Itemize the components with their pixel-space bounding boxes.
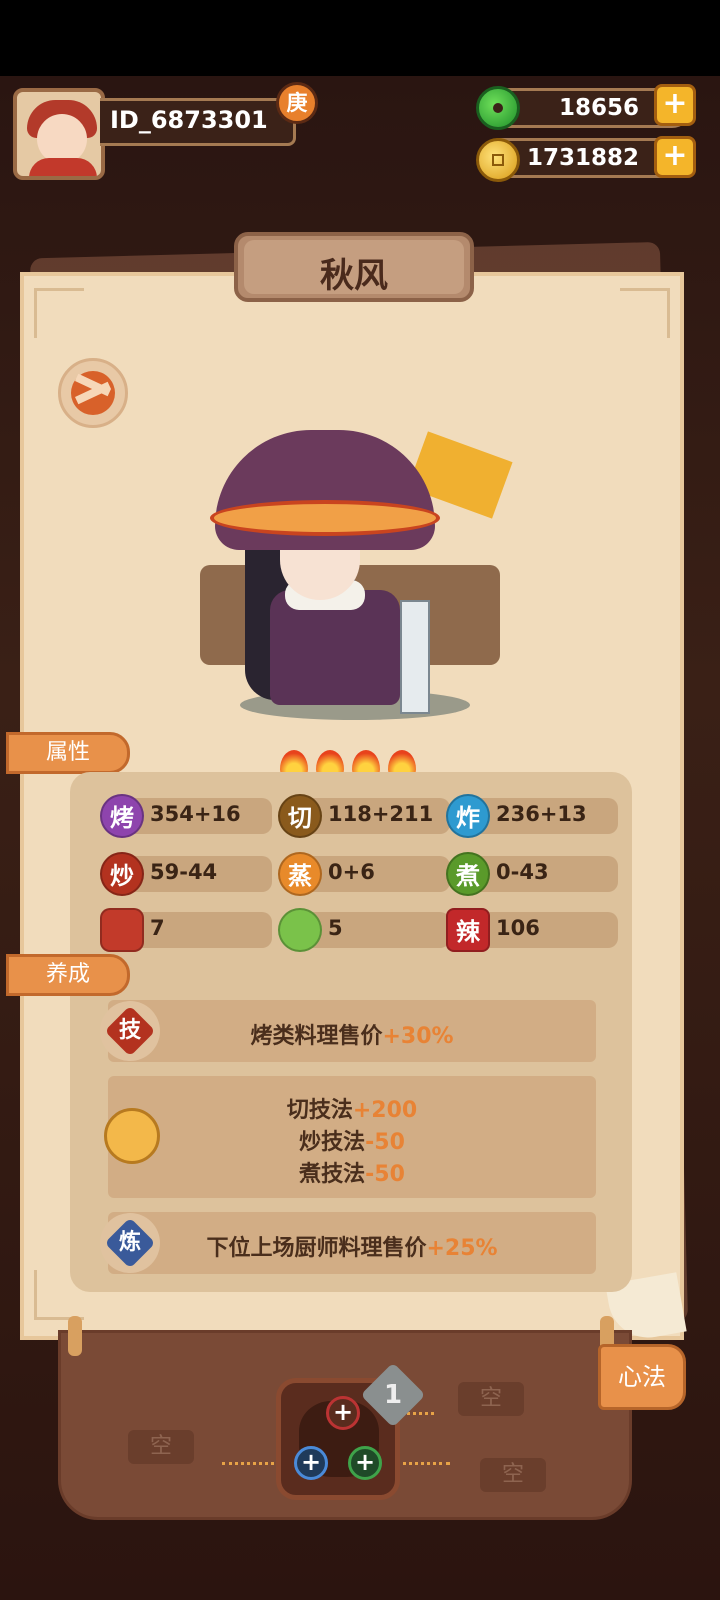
coin-icon bbox=[476, 138, 520, 182]
player-avatar[interactable] bbox=[13, 88, 105, 180]
attributes-tab: 属性 bbox=[6, 732, 130, 774]
add-green-gem-button[interactable]: + bbox=[348, 1446, 382, 1480]
pet-skill-line-1: 切技法+200 bbox=[286, 1098, 418, 1123]
add-coin-button[interactable]: + bbox=[654, 136, 696, 178]
heart-method-button[interactable]: 心法 bbox=[598, 1344, 686, 1410]
add-jade-button[interactable]: + bbox=[654, 84, 696, 126]
steam-icon: 蒸 bbox=[278, 852, 322, 896]
stirfry-icon: 炒 bbox=[100, 852, 144, 896]
corner-ornament bbox=[34, 288, 84, 338]
player-id: ID_6873301 bbox=[110, 106, 268, 134]
spicy-icon: 辣 bbox=[446, 908, 490, 952]
add-red-gem-button[interactable]: + bbox=[326, 1396, 360, 1430]
jade-icon bbox=[476, 86, 520, 130]
rank-badge: 庚 bbox=[276, 82, 318, 124]
empty-slot-bottom-right[interactable]: 空 bbox=[480, 1458, 546, 1492]
pet-skill-line-2: 炒技法-50 bbox=[299, 1130, 405, 1155]
refine-skill-text: 下位上场厨师料理售价+25% bbox=[206, 1236, 498, 1261]
vegetable-icon bbox=[278, 908, 322, 952]
chef-name: 秋风 bbox=[320, 256, 388, 296]
boil-icon: 煮 bbox=[446, 852, 490, 896]
jade-amount: 18656 bbox=[558, 95, 639, 121]
technique-skill-text: 烤类料理售价+30% bbox=[250, 1024, 454, 1049]
cut-icon: 切 bbox=[278, 794, 322, 838]
empty-slot-top-right[interactable]: 空 bbox=[458, 1382, 524, 1416]
add-blue-gem-button[interactable]: + bbox=[294, 1446, 328, 1480]
chef-type-icon[interactable] bbox=[58, 358, 128, 428]
meat-icon bbox=[100, 908, 144, 952]
cultivation-tab: 养成 bbox=[6, 954, 130, 996]
pet-skill-line-3: 煮技法-50 bbox=[299, 1162, 405, 1187]
chef-portrait bbox=[190, 390, 520, 730]
heart-method-level: 1 bbox=[383, 1380, 403, 1410]
coin-amount: 1731882 bbox=[526, 145, 639, 171]
roast-icon: 烤 bbox=[100, 794, 144, 838]
empty-slot-left[interactable]: 空 bbox=[128, 1430, 194, 1464]
fry-icon: 炸 bbox=[446, 794, 490, 838]
corner-ornament bbox=[620, 288, 670, 338]
